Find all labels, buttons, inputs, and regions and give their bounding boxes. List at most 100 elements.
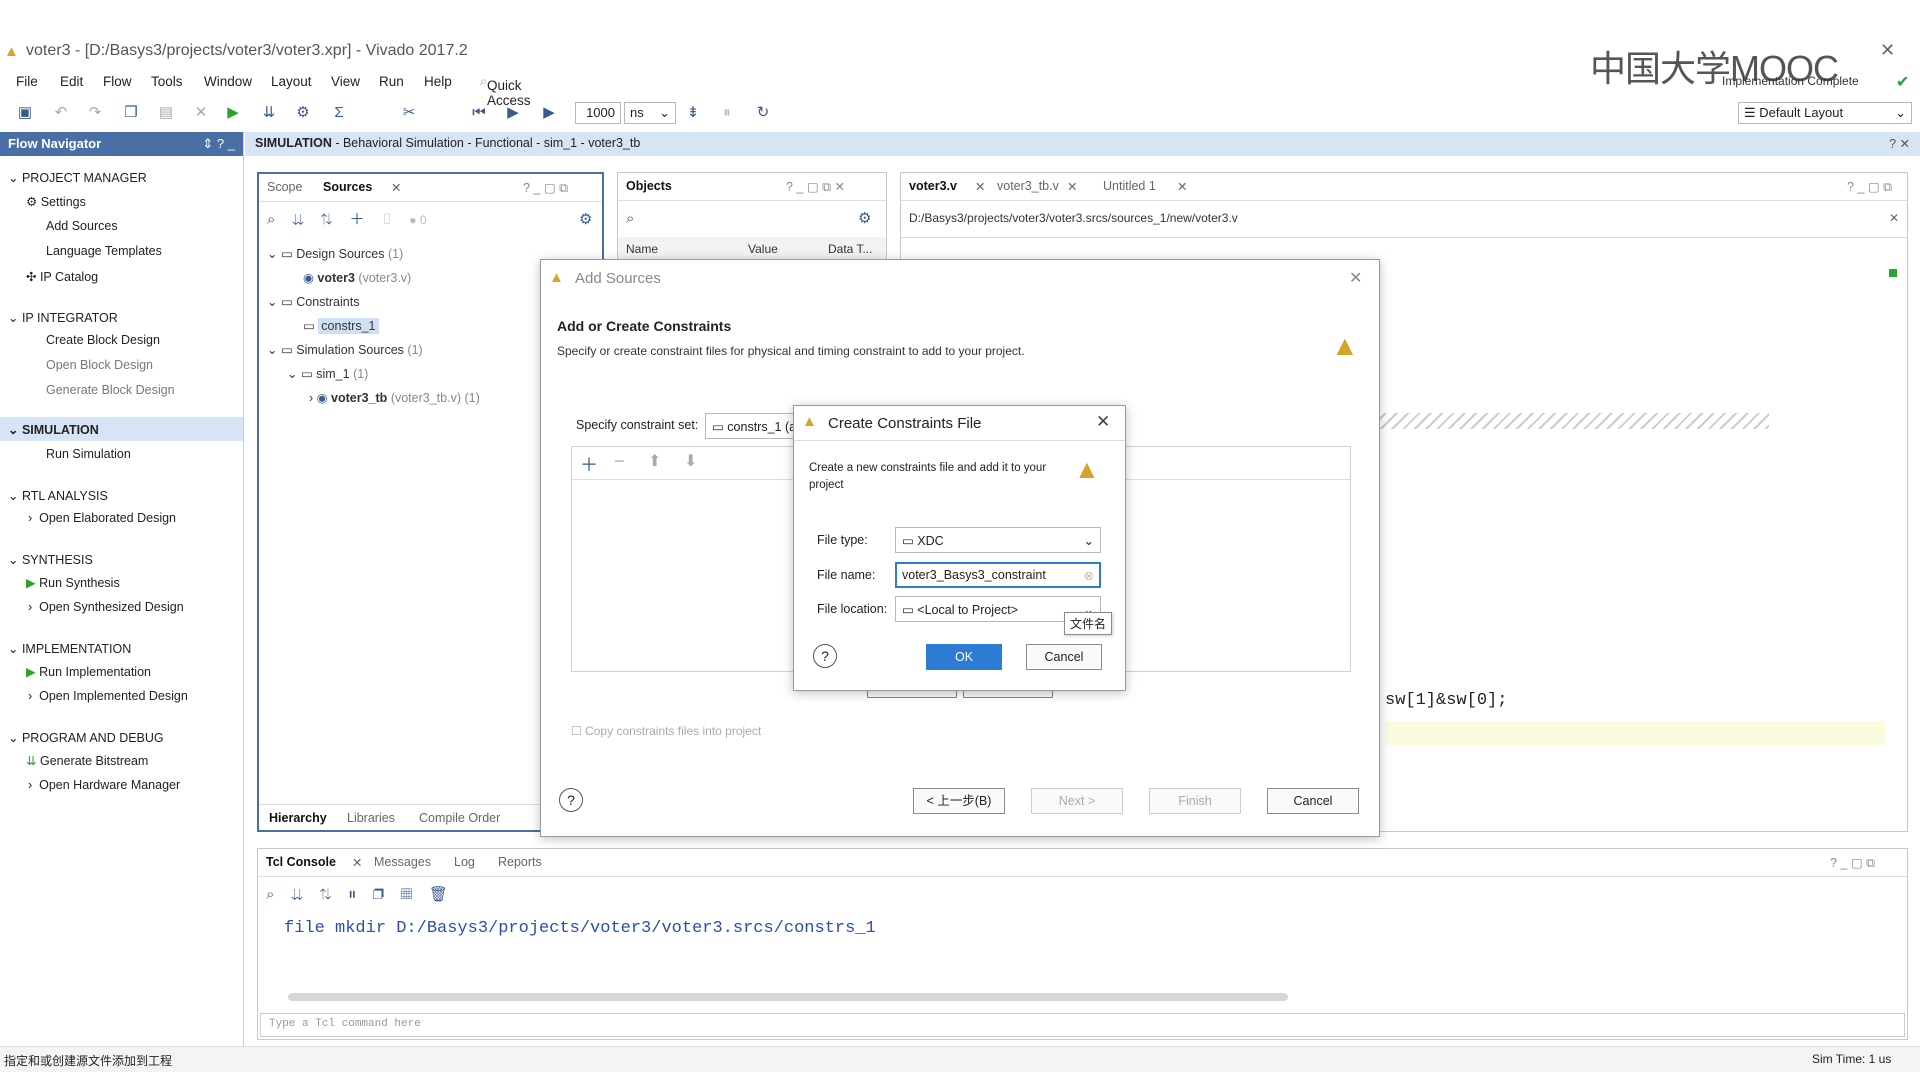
flow-open-synthesized-design[interactable]: › Open Synthesized Design (28, 600, 184, 614)
panel-controls-icon[interactable]: ? _ ▢ ⧉ (523, 180, 568, 196)
copy-checkbox[interactable]: ☐ Copy constraints files into project (571, 724, 761, 738)
close-window-icon[interactable]: ✕ (1880, 40, 1895, 61)
sigma-icon[interactable]: Σ (328, 102, 350, 124)
help-icon[interactable]: ? (813, 644, 837, 668)
section-simulation[interactable]: ⌄ SIMULATION (8, 422, 99, 437)
bitstream-icon[interactable]: ⇊ (258, 102, 280, 124)
close-dialog-icon[interactable]: ✕ (1096, 412, 1110, 432)
add-sources-cancel-button[interactable]: Cancel (1267, 788, 1359, 814)
tab-tcl-console[interactable]: Tcl Console (266, 855, 336, 869)
section-implementation[interactable]: ⌄ IMPLEMENTATION (8, 641, 131, 656)
close-path-icon[interactable]: ✕ (1889, 211, 1899, 225)
move-up-icon[interactable]: ⬆ (648, 451, 661, 471)
ok-button[interactable]: OK (926, 644, 1002, 670)
remove-icon[interactable]: − (614, 451, 625, 472)
flow-open-block-design[interactable]: Open Block Design (46, 358, 153, 372)
menu-run[interactable]: Run (379, 74, 404, 89)
tree-voter3[interactable]: ◉ voter3 (voter3.v) (303, 270, 411, 285)
copy-icon[interactable]: ❐ (120, 102, 142, 124)
col-data-type[interactable]: Data T... (828, 242, 872, 256)
flow-run-implementation[interactable]: ▶ Run Implementation (26, 664, 151, 679)
tab-compile-order[interactable]: Compile Order (419, 811, 500, 825)
tree-constraints[interactable]: ⌄ ▭ Constraints (267, 294, 359, 309)
close-tab-icon[interactable]: ✕ (1177, 179, 1187, 194)
flow-run-simulation[interactable]: Run Simulation (46, 447, 131, 461)
close-tab-icon[interactable]: ✕ (391, 180, 401, 195)
run-all-icon[interactable]: ▶ (502, 102, 524, 124)
flow-create-block-design[interactable]: Create Block Design (46, 333, 160, 347)
menu-layout[interactable]: Layout (271, 74, 312, 89)
tcl-command-input[interactable]: Type a Tcl command here (260, 1013, 1905, 1037)
quick-access-search[interactable]: ⌕ Quick Access (480, 74, 531, 108)
trash-icon[interactable]: 🗑 (429, 886, 448, 903)
expand-all-icon[interactable]: ⇅ (321, 211, 333, 228)
sim-time-input[interactable]: 1000 (575, 102, 621, 124)
flow-open-implemented-design[interactable]: › Open Implemented Design (28, 689, 188, 703)
section-project-manager[interactable]: ⌄ PROJECT MANAGER (8, 170, 147, 185)
flow-generate-bitstream[interactable]: ⇊ Generate Bitstream (26, 753, 148, 768)
open-project-icon[interactable]: ▣ (14, 102, 36, 124)
next-button[interactable]: Next > (1031, 788, 1123, 814)
paste-icon[interactable]: ▤ (155, 102, 177, 124)
menu-view[interactable]: View (331, 74, 360, 89)
gear-icon[interactable]: ⚙ (579, 210, 592, 228)
layout-select[interactable]: ☰ Default Layout ⌄ (1738, 102, 1912, 124)
undo-icon[interactable]: ↶ (50, 102, 72, 124)
tab-hierarchy[interactable]: Hierarchy (269, 811, 327, 825)
tab-scope[interactable]: Scope (267, 180, 302, 194)
relaunch-icon[interactable]: ↻ (752, 102, 774, 124)
menu-edit[interactable]: Edit (60, 74, 83, 89)
copy-icon[interactable]: ❐ (373, 886, 384, 903)
flow-settings[interactable]: ⚙ Settings (26, 194, 86, 209)
tree-simulation-sources[interactable]: ⌄ ▭ Simulation Sources (1) (267, 342, 423, 357)
menu-help[interactable]: Help (424, 74, 452, 89)
close-tab-icon[interactable]: ✕ (352, 855, 362, 870)
section-synthesis[interactable]: ⌄ SYNTHESIS (8, 552, 93, 567)
tab-untitled-1[interactable]: Untitled 1 (1103, 179, 1156, 193)
gear-icon[interactable]: ⚙ (858, 209, 871, 229)
settings-gear-icon[interactable]: ⚙ (292, 102, 314, 124)
tree-voter3-tb[interactable]: › ◉ voter3_tb (voter3_tb.v) (1) (309, 390, 480, 405)
tree-constrs1[interactable]: ▭ constrs_1 (303, 318, 379, 334)
doc-icon[interactable]: ▯ (381, 211, 392, 228)
tab-log[interactable]: Log (454, 855, 475, 869)
run-icon[interactable]: ▶ (222, 102, 244, 124)
flow-generate-block-design[interactable]: Generate Block Design (46, 383, 175, 397)
panel-controls-icon[interactable]: ⇕ ? _ (202, 136, 235, 152)
flow-open-hardware-manager[interactable]: › Open Hardware Manager (28, 778, 180, 792)
collapse-all-icon[interactable]: ⇊ (292, 211, 304, 228)
section-ip-integrator[interactable]: ⌄ IP INTEGRATOR (8, 310, 118, 325)
expand-all-icon[interactable]: ⇅ (320, 886, 332, 903)
flow-run-synthesis[interactable]: ▶ Run Synthesis (26, 575, 120, 590)
pause-icon[interactable]: ⏸ (348, 886, 356, 903)
flow-language-templates[interactable]: Language Templates (46, 244, 162, 258)
restart-icon[interactable]: ⏮ (468, 102, 490, 124)
flow-open-elaborated-design[interactable]: › Open Elaborated Design (28, 511, 176, 525)
time-unit-select[interactable]: ns ⌄ (624, 102, 676, 124)
menu-flow[interactable]: Flow (103, 74, 132, 89)
table-icon[interactable]: ▦ (401, 886, 412, 903)
search-icon[interactable]: ⌕ (266, 886, 274, 903)
pause-icon[interactable]: ⏸ (716, 102, 738, 124)
panel-controls-icon[interactable]: ? _ ▢ ⧉ ✕ (786, 179, 845, 195)
section-rtl-analysis[interactable]: ⌄ RTL ANALYSIS (8, 488, 108, 503)
constraint-set-select[interactable]: ▭ constrs_1 (a (705, 413, 805, 439)
flow-add-sources[interactable]: Add Sources (46, 219, 118, 233)
add-icon[interactable]: ＋ (349, 211, 364, 228)
close-tab-icon[interactable]: ✕ (975, 179, 985, 194)
panel-controls-icon[interactable]: ? _ ▢ ⧉ (1830, 855, 1875, 871)
menu-file[interactable]: File (16, 74, 38, 89)
search-icon[interactable]: ⌕ (267, 211, 275, 228)
help-icon[interactable]: ? (559, 788, 583, 812)
horizontal-scrollbar[interactable] (288, 993, 1288, 1001)
clear-icon[interactable]: ⊗ (1084, 568, 1094, 583)
panel-controls-icon[interactable]: ? _ ▢ ⧉ (1847, 179, 1892, 195)
add-icon[interactable]: ＋ (580, 451, 598, 477)
finish-button[interactable]: Finish (1149, 788, 1241, 814)
tab-libraries[interactable]: Libraries (347, 811, 395, 825)
flow-ip-catalog[interactable]: ✣ IP Catalog (26, 269, 98, 284)
header-controls-icon[interactable]: ? ✕ (1889, 136, 1910, 151)
redo-icon[interactable]: ↷ (84, 102, 106, 124)
close-tab-icon[interactable]: ✕ (1067, 179, 1077, 194)
run-for-icon[interactable]: ▶ (538, 102, 560, 124)
